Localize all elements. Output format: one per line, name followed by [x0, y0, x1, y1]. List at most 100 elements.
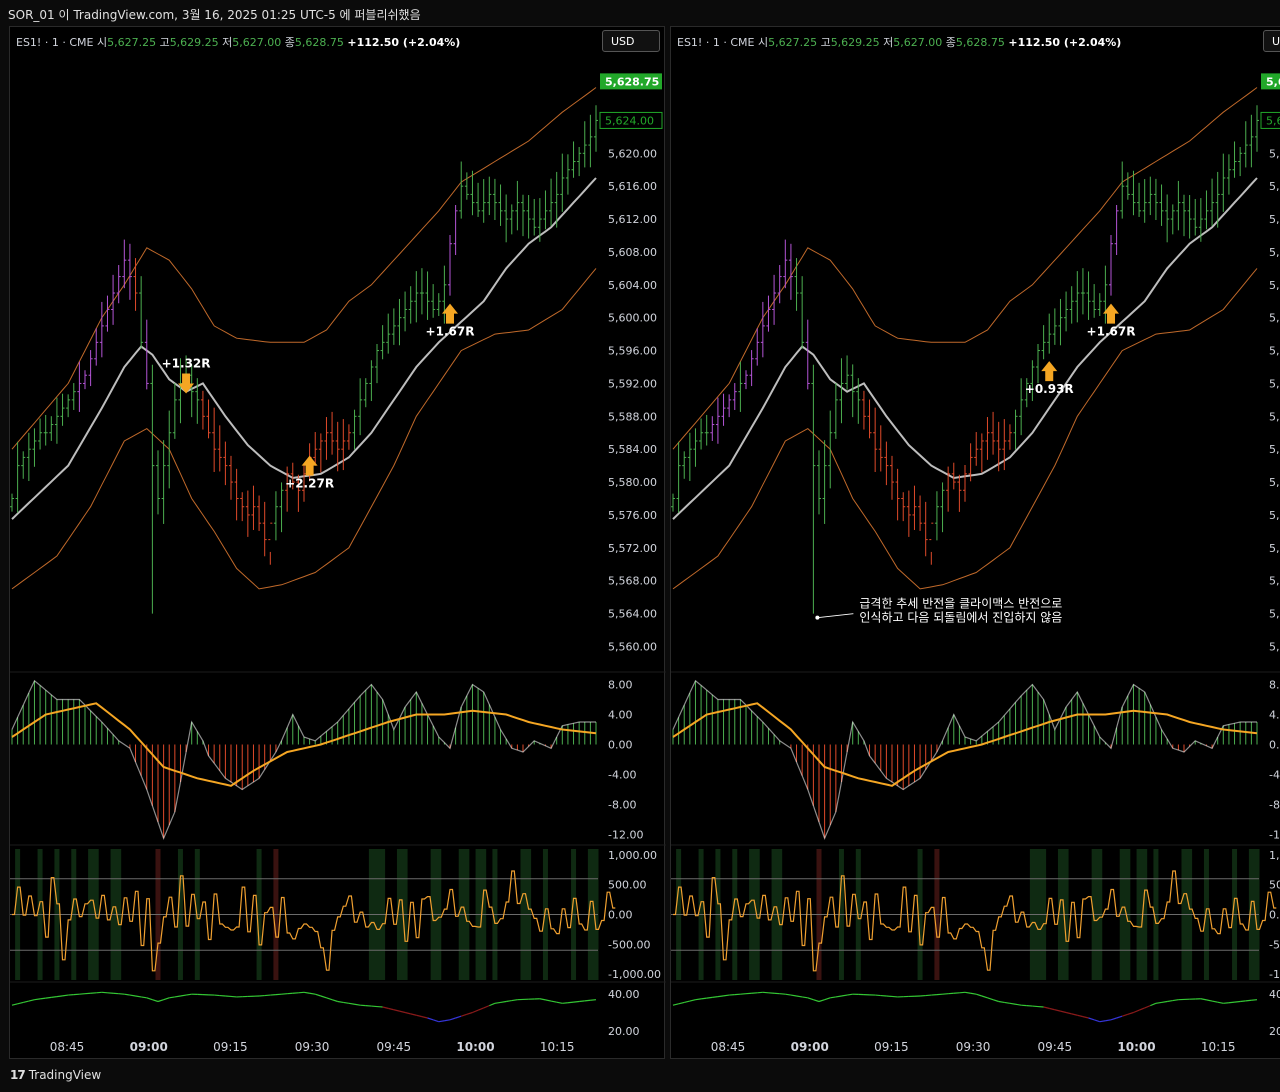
rsi-segment: [802, 996, 808, 999]
price-tick-label: 5,604.00: [1269, 279, 1280, 292]
price-tick-label: 5,588.00: [608, 410, 657, 423]
rsi-segment: [438, 1020, 445, 1023]
rsi-segment: [1217, 1001, 1224, 1004]
rsi-segment: [573, 1000, 580, 1003]
flow-tick-label: -1,000.00: [1269, 968, 1280, 981]
rsi-segment: [562, 1002, 568, 1004]
rsi-segment: [432, 1019, 439, 1023]
rsi-segment: [807, 997, 814, 1001]
rsi-segment: [1161, 1000, 1168, 1004]
price-tick-label: 5,596.00: [608, 345, 657, 358]
rsi-segment: [1138, 1007, 1145, 1011]
rsi-segment: [62, 994, 69, 997]
price-tick-label: 5,608.00: [608, 246, 657, 259]
chart-canvas[interactable]: +1.32R +2.27R +1.67R 5,620.00 5,616.00 5,612.…: [10, 27, 666, 1060]
rsi-segment: [343, 1001, 350, 1004]
rsi-segment: [28, 999, 35, 1002]
rsi-segment: [981, 995, 988, 999]
rsi-segment: [315, 993, 322, 997]
rsi-segment: [1223, 1002, 1229, 1004]
flow-tick-label: 0.00: [1269, 909, 1280, 922]
price-tick-label: 5,564.00: [608, 608, 657, 621]
signal-label: +2.27R: [285, 477, 334, 491]
rsi-segment: [180, 994, 187, 997]
flow-tick-label: 500.00: [608, 879, 647, 892]
chart-pane-left[interactable]: ES1! · 1 · CME 시5,627.25 고5,629.25 저5,62…: [9, 26, 666, 1060]
time-tick-label: 10:15: [540, 1040, 575, 1054]
rsi-segment: [970, 992, 977, 995]
rsi-segment: [51, 996, 58, 998]
rsi-segment: [550, 1000, 557, 1003]
band-upper-line: [11, 87, 597, 450]
chart-canvas[interactable]: +0.93R +1.67R 급격한 추세 반전을 클라이맥스 반전으로 인식하고 다음…: [671, 27, 1280, 1060]
rsi-segment: [590, 999, 597, 1001]
time-tick-label: 10:00: [1117, 1040, 1155, 1054]
rsi-segment: [1206, 999, 1213, 1002]
rsi-segment: [785, 993, 792, 996]
rsi-segment: [404, 1011, 411, 1015]
signal-label: +1.67R: [426, 325, 475, 339]
flow-tick-label: -1,000.00: [608, 968, 661, 981]
rsi-segment: [1054, 1009, 1061, 1012]
time-tick-label: 10:00: [456, 1040, 494, 1054]
rsi-segment: [388, 1007, 394, 1011]
rsi-segment: [1065, 1011, 1072, 1015]
rsi-segment: [34, 998, 41, 1001]
rsi-segment: [1234, 1000, 1241, 1003]
rsi-segment: [135, 995, 142, 998]
rsi-segment: [421, 1016, 428, 1019]
rsi-segment: [399, 1010, 406, 1014]
rsi-segment: [1167, 999, 1173, 1003]
time-tick-label: 09:00: [791, 1040, 829, 1054]
osc-tick-label: 0.00: [1269, 739, 1280, 752]
rsi-segment: [1200, 998, 1207, 1001]
osc-tick-label: -12.00: [1269, 829, 1280, 842]
rsi-segment: [818, 999, 825, 1003]
rsi-segment: [500, 1000, 507, 1004]
rsi-segment: [185, 993, 192, 996]
rsi-segment: [567, 1001, 574, 1004]
rsi-segment: [11, 1003, 18, 1006]
rsi-segment: [830, 996, 836, 999]
chart-pane-right[interactable]: ES1! · 1 · CME 시5,627.25 고5,629.25 저5,62…: [670, 26, 1280, 1059]
footer-brand[interactable]: TradingView: [29, 1068, 102, 1082]
signal-arrow-icon: [1041, 361, 1058, 382]
rsi-segment: [309, 992, 316, 995]
rsi-segment: [1099, 1020, 1106, 1023]
rsi-segment: [489, 1002, 496, 1007]
tradingview-logo-icon[interactable]: 17: [10, 1068, 26, 1082]
price-tick-label: 5,616.00: [1269, 180, 1280, 193]
rsi-segment: [1251, 999, 1258, 1001]
band-lower-line: [11, 268, 597, 590]
signal-label: +0.93R: [1025, 382, 1074, 396]
time-tick-label: 09:30: [956, 1040, 991, 1054]
rsi-segment: [556, 1001, 563, 1004]
rsi-segment: [444, 1019, 451, 1022]
rsi-segment: [1093, 1019, 1100, 1023]
price-tick-label: 5,620.00: [608, 147, 657, 160]
rsi-segment: [449, 1017, 456, 1021]
rsi-segment: [796, 995, 803, 998]
rsi-segment: [700, 997, 707, 1000]
price-tick-label: 5,580.00: [1269, 476, 1280, 489]
rsi-segment: [1071, 1013, 1078, 1016]
rsi-segment: [461, 1013, 468, 1017]
flow-tick-label: 0.00: [608, 909, 633, 922]
rsi-segment: [1150, 1002, 1157, 1007]
osc-tick-label: 4.00: [608, 709, 633, 722]
time-tick-label: 09:00: [130, 1040, 168, 1054]
rsi-segment: [303, 991, 310, 994]
rsi-segment: [712, 996, 719, 998]
rsi-segment: [1127, 1011, 1134, 1015]
price-tick-label: 5,592.00: [608, 377, 657, 390]
rsi-segment: [157, 999, 164, 1003]
rsi-segment: [1060, 1010, 1067, 1014]
rsi-segment: [17, 1001, 24, 1005]
osc-tick-label: -4.00: [608, 769, 636, 782]
rsi-segment: [455, 1015, 462, 1019]
rsi-segment: [1049, 1007, 1055, 1011]
rsi-segment: [331, 999, 338, 1003]
price-tick-label: 5,600.00: [1269, 312, 1280, 325]
time-tick-label: 09:45: [377, 1040, 412, 1054]
rsi-segment: [320, 995, 327, 999]
